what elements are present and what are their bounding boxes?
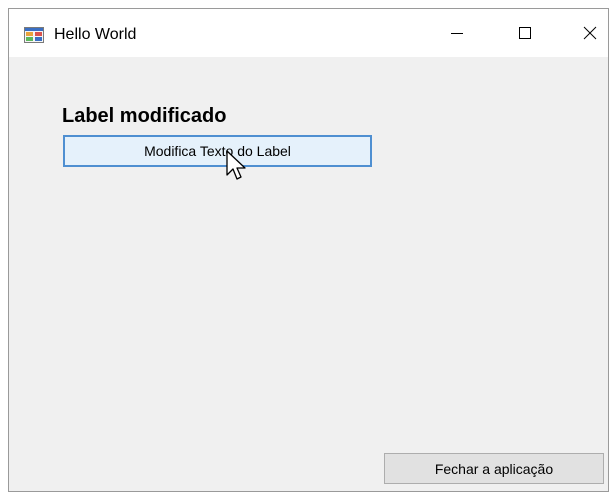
minimize-icon xyxy=(451,33,463,34)
app-window: Hello World Label modificado Modifica Te… xyxy=(8,8,609,492)
maximize-button[interactable] xyxy=(499,9,551,57)
maximize-icon xyxy=(519,27,531,39)
close-app-button[interactable]: Fechar a aplicação xyxy=(384,453,604,484)
close-icon xyxy=(583,26,597,40)
modify-label-button[interactable]: Modifica Texto do Label xyxy=(63,135,372,167)
minimize-button[interactable] xyxy=(431,9,483,57)
close-window-button[interactable] xyxy=(564,9,612,57)
main-label: Label modificado xyxy=(62,105,227,127)
window-title: Hello World xyxy=(54,26,137,43)
winforms-app-icon xyxy=(24,27,44,43)
title-bar[interactable]: Hello World xyxy=(9,9,608,57)
